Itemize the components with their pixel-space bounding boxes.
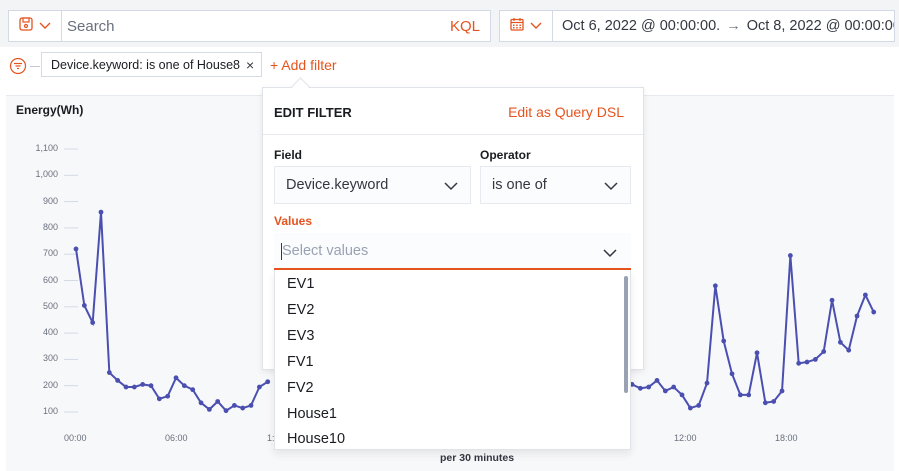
data-point[interactable] [140,381,146,387]
data-point[interactable] [762,400,768,406]
data-point[interactable] [198,400,204,406]
data-point[interactable] [73,246,79,252]
data-point[interactable] [696,403,702,408]
data-point[interactable] [123,384,129,390]
data-point[interactable] [854,313,860,319]
data-point[interactable] [637,385,643,391]
popover-title: EDIT FILTER [274,105,352,120]
data-point[interactable] [721,338,727,344]
series-line [75,212,269,412]
data-point[interactable] [206,406,212,412]
chevron-down-icon [444,179,458,195]
data-point[interactable] [90,320,96,325]
data-point[interactable] [256,384,262,390]
data-point[interactable] [654,378,660,383]
field-label: Field [274,148,303,162]
data-point[interactable] [796,360,802,366]
data-point[interactable] [846,347,852,353]
data-point[interactable] [746,392,752,398]
values-combobox[interactable]: Select values [274,233,631,270]
divider [263,134,643,135]
data-point[interactable] [215,399,221,404]
data-point[interactable] [829,297,835,303]
scrollbar[interactable] [624,276,628,393]
x-axis-label: per 30 minutes [440,452,515,464]
chevron-down-icon[interactable] [603,245,617,263]
data-point[interactable] [190,387,196,393]
data-point[interactable] [131,384,137,390]
data-point[interactable] [787,253,793,258]
operator-label: Operator [480,148,531,162]
data-point[interactable] [173,375,179,381]
data-point[interactable] [223,408,229,414]
list-option[interactable]: House10 [287,431,345,447]
list-option[interactable]: EV3 [287,328,314,344]
data-point[interactable] [165,393,171,399]
list-option[interactable]: FV1 [287,354,314,370]
list-option[interactable]: House1 [287,406,337,422]
data-point[interactable] [737,392,743,398]
data-point[interactable] [646,384,652,390]
data-point[interactable] [687,405,693,411]
data-point[interactable] [837,339,843,345]
data-point[interactable] [779,388,785,394]
list-option[interactable]: EV2 [287,302,314,318]
data-point[interactable] [821,349,827,354]
data-point[interactable] [106,370,112,375]
data-point[interactable] [671,384,677,390]
data-point[interactable] [729,371,735,377]
data-point[interactable] [231,403,237,408]
data-point[interactable] [712,283,718,289]
field-select[interactable]: Device.keyword [274,166,471,204]
data-point[interactable] [704,380,710,386]
operator-value: is one of [492,177,547,193]
data-point[interactable] [181,383,187,389]
values-input[interactable]: Select values [282,243,368,259]
field-value: Device.keyword [286,177,389,193]
data-point[interactable] [98,209,104,215]
values-listbox[interactable]: EV1 EV2 EV3 FV1 FV2 House1 House10 [274,270,631,450]
data-point[interactable] [115,378,121,383]
data-point[interactable] [771,399,777,404]
data-point[interactable] [265,379,271,385]
data-point[interactable] [148,383,154,389]
operator-select[interactable]: is one of [480,166,631,204]
data-point[interactable] [679,392,685,398]
list-option[interactable]: FV2 [287,380,314,396]
series-line [631,255,875,410]
data-point[interactable] [248,403,254,408]
data-point[interactable] [812,357,818,362]
values-label: Values [274,214,313,228]
data-point[interactable] [156,396,162,402]
data-point[interactable] [240,405,246,411]
edit-as-dsl-link[interactable]: Edit as Query DSL [508,104,624,120]
list-option[interactable]: EV1 [287,276,314,292]
chevron-down-icon [604,179,618,195]
data-point[interactable] [662,388,668,394]
data-point[interactable] [862,292,868,298]
data-point[interactable] [871,309,877,315]
data-point[interactable] [81,303,87,308]
data-point[interactable] [754,350,760,356]
data-point[interactable] [804,359,810,365]
